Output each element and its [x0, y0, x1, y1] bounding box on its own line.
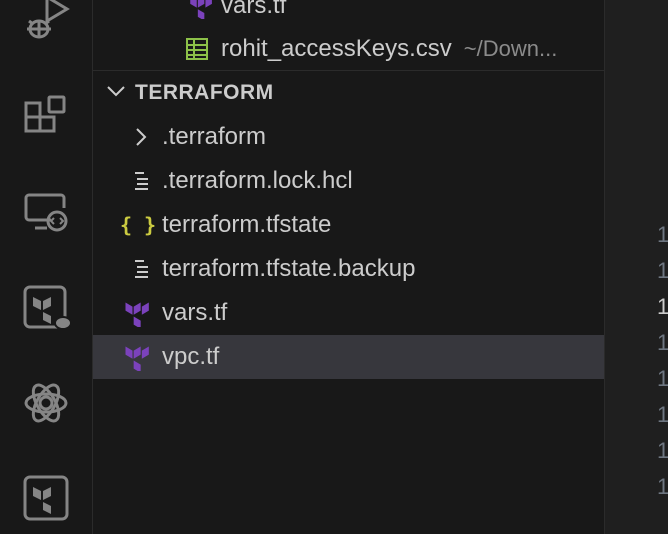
explorer-sidebar: vars.tf rohit_accessKeys.csv ~/Down... TE…: [93, 0, 604, 534]
chevron-down-icon: [105, 79, 127, 109]
terraform-file-icon: [121, 298, 151, 328]
terraform-icon[interactable]: [16, 468, 76, 528]
file-label: .terraform: [162, 123, 267, 150]
file-label: vpc.tf: [162, 343, 220, 370]
tree-item-folder[interactable]: .terraform: [93, 115, 604, 159]
terraform-cloud-icon[interactable]: [16, 278, 76, 338]
tree-item-file-selected[interactable]: vpc.tf: [93, 335, 604, 379]
csv-file-icon: [182, 34, 212, 64]
file-path-description: ~/Down...: [463, 36, 558, 61]
file-label: terraform.tfstate.backup: [162, 255, 416, 282]
json-braces-icon: { }: [119, 213, 157, 237]
lines-file-icon: [127, 166, 157, 196]
line-number: 1: [657, 258, 668, 283]
line-number: 1: [657, 222, 668, 247]
tree-item-file[interactable]: { } terraform.tfstate: [93, 203, 604, 247]
lines-file-icon: [127, 254, 157, 284]
line-number: 1: [657, 330, 668, 355]
tree-item-file[interactable]: .terraform.lock.hcl: [93, 159, 604, 203]
chevron-right-icon: [126, 122, 156, 152]
file-label: terraform.tfstate: [162, 211, 332, 238]
terraform-folder-header[interactable]: TERRAFORM: [93, 70, 604, 115]
list-item[interactable]: rohit_accessKeys.csv ~/Down...: [93, 27, 604, 71]
extensions-icon[interactable]: [16, 88, 76, 148]
section-title: TERRAFORM: [135, 81, 274, 104]
tree-item-file[interactable]: vars.tf: [93, 291, 604, 335]
list-item[interactable]: vars.tf: [93, 0, 604, 28]
run-debug-icon[interactable]: [16, 0, 76, 48]
openai-icon[interactable]: [16, 373, 76, 433]
line-number: 1: [657, 438, 668, 463]
terraform-file-icon: [121, 342, 151, 372]
editor-area[interactable]: 1 1 1 1 1 1 1 1: [604, 0, 668, 534]
line-number: 1: [657, 366, 668, 391]
file-label: vars.tf: [221, 0, 287, 19]
file-label: vars.tf: [162, 299, 228, 326]
line-number: 1: [657, 294, 668, 319]
line-number: 1: [657, 402, 668, 427]
remote-explorer-icon[interactable]: [16, 183, 76, 243]
terraform-file-icon: [185, 0, 215, 21]
activity-bar: [0, 0, 93, 534]
line-number: 1: [657, 474, 668, 499]
file-label: rohit_accessKeys.csv: [221, 35, 452, 62]
tree-item-file[interactable]: terraform.tfstate.backup: [93, 247, 604, 291]
file-label: .terraform.lock.hcl: [162, 167, 353, 194]
